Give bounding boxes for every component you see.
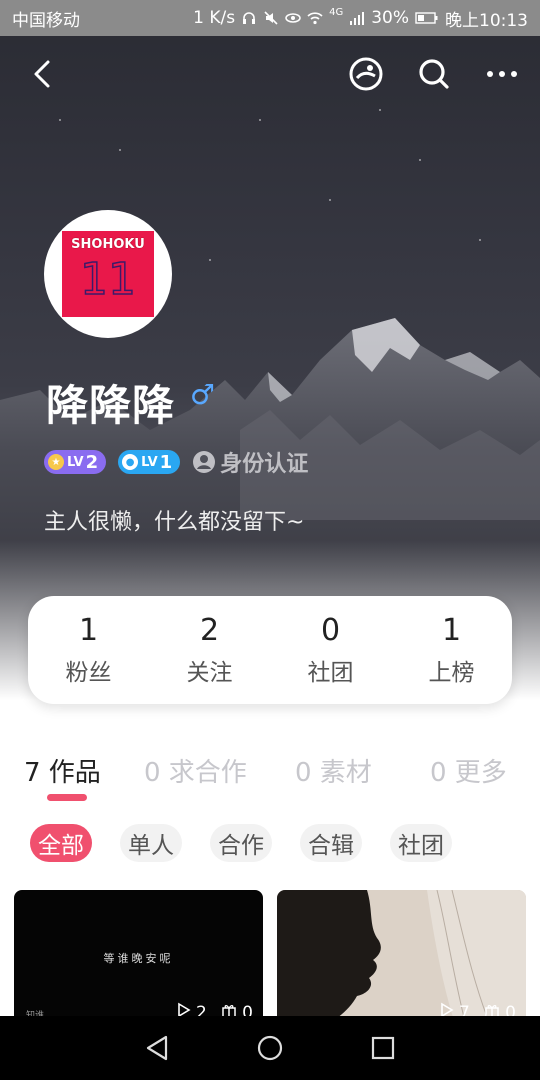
filter-club[interactable]: 社团 xyxy=(390,824,452,862)
stat-fans[interactable]: 1 粉丝 xyxy=(28,613,149,687)
username: 降降降 xyxy=(46,381,176,430)
search-icon xyxy=(419,59,449,89)
triangle-back-icon xyxy=(146,1035,167,1061)
more-dots-icon xyxy=(487,71,517,77)
stat-label: 粉丝 xyxy=(65,660,112,686)
stat-label: 上榜 xyxy=(428,660,475,686)
level-badge-primary[interactable]: ★ LV 2 xyxy=(44,450,107,474)
stat-value: 1 xyxy=(78,613,99,648)
active-tab-indicator xyxy=(47,794,87,801)
signal-icon xyxy=(349,10,365,26)
network-type: 4G xyxy=(329,6,344,18)
level-prefix: LV xyxy=(141,454,158,470)
level-prefix: LV xyxy=(67,454,84,470)
network-speed: 1 K/s xyxy=(193,8,236,28)
level-badge-secondary[interactable]: ● LV 1 xyxy=(118,450,181,474)
system-nav-bar xyxy=(0,1016,540,1080)
filter-collab[interactable]: 合作 xyxy=(210,824,272,862)
square-recents-icon xyxy=(372,1036,395,1060)
clock: 晚上10:13 xyxy=(445,10,528,31)
top-nav xyxy=(0,50,540,96)
mute-icon xyxy=(263,10,279,26)
headphones-icon xyxy=(241,10,257,26)
theme-button[interactable] xyxy=(346,54,386,94)
battery-icon xyxy=(415,10,439,26)
badge-row: ★ LV 2 ● LV 1 身份认证 xyxy=(44,446,308,478)
stats-card: 1 粉丝 2 关注 0 社团 1 上榜 xyxy=(28,596,512,704)
more-button[interactable] xyxy=(482,54,522,94)
filter-album[interactable]: 合辑 xyxy=(300,824,362,862)
stat-value: 2 xyxy=(199,613,220,648)
stat-following[interactable]: 2 关注 xyxy=(149,613,270,687)
filter-all[interactable]: 全部 xyxy=(30,824,92,862)
compass-icon: ● xyxy=(122,454,139,470)
avatar-number: 11 xyxy=(79,254,137,305)
chevron-left-icon xyxy=(34,60,50,88)
avatar-image: SHOHOKU 11 xyxy=(62,231,154,317)
battery-percent: 30% xyxy=(371,8,409,28)
tab-materials[interactable]: 0 素材 xyxy=(295,752,372,789)
level-value: 2 xyxy=(85,451,99,473)
filter-solo[interactable]: 单人 xyxy=(120,824,182,862)
stat-ranking[interactable]: 1 上榜 xyxy=(391,613,512,687)
wifi-icon xyxy=(307,10,323,26)
system-recents-button[interactable] xyxy=(363,1028,403,1068)
stat-clubs[interactable]: 0 社团 xyxy=(270,613,391,687)
circle-home-icon xyxy=(257,1035,283,1061)
system-back-button[interactable] xyxy=(137,1028,177,1068)
level-value: 1 xyxy=(159,451,173,473)
palette-icon xyxy=(349,57,383,91)
stat-label: 社团 xyxy=(307,660,354,686)
stat-value: 0 xyxy=(320,613,341,648)
tab-more[interactable]: 0 更多 xyxy=(430,752,507,789)
eye-icon xyxy=(285,10,301,26)
filter-chips: 全部 单人 合作 合辑 社团 xyxy=(30,824,452,862)
work-card[interactable]: 等谁晚安呢 知谁 2 0 xyxy=(14,890,263,1030)
tab-works[interactable]: 7 作品 xyxy=(24,752,101,789)
system-home-button[interactable] xyxy=(250,1028,290,1068)
status-bar: 中国移动 1 K/s 4G 30% 晚上10:13 xyxy=(0,0,540,36)
profile-cover xyxy=(0,0,540,700)
star-icon: ★ xyxy=(48,454,64,470)
bio-text: 主人很懒，什么都没留下~ xyxy=(44,510,305,535)
avatar-team-text: SHOHOKU xyxy=(71,237,145,252)
back-button[interactable] xyxy=(22,54,62,94)
stat-label: 关注 xyxy=(186,660,233,686)
identity-verify-label: 身份认证 xyxy=(220,452,309,477)
identity-verify-link[interactable]: 身份认证 xyxy=(192,446,308,478)
carrier-name: 中国移动 xyxy=(12,10,80,31)
stat-value: 1 xyxy=(441,613,462,648)
work-card-title: 等谁晚安呢 xyxy=(103,952,174,965)
avatar[interactable]: SHOHOKU 11 xyxy=(44,210,172,338)
user-icon xyxy=(193,451,216,473)
search-button[interactable] xyxy=(414,54,454,94)
cover-mountains xyxy=(0,109,540,700)
male-gender-icon: ♂ xyxy=(190,378,216,411)
work-card[interactable]: 7 0 xyxy=(277,890,526,1030)
tab-collab-requests[interactable]: 0 求合作 xyxy=(144,752,247,789)
